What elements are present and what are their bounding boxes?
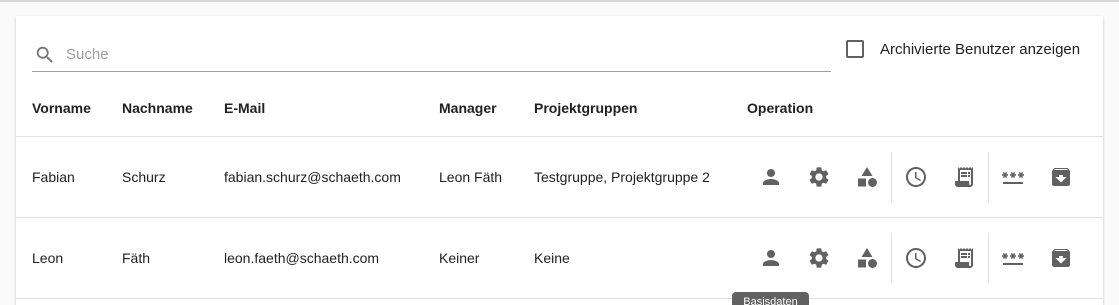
- divider: [891, 233, 892, 283]
- cell-last-name: Fäth: [122, 250, 151, 266]
- cell-project-groups: Keine: [534, 250, 570, 266]
- table-row: Leon Fäth leon.faeth@schaeth.com Keiner …: [16, 218, 1103, 299]
- password-icon: [1002, 172, 1024, 184]
- time-button[interactable]: [896, 157, 936, 197]
- cell-last-name: Schurz: [122, 169, 166, 185]
- cell-first-name: Fabian: [32, 169, 75, 185]
- gear-icon: [809, 248, 829, 268]
- top-divider: [0, 0, 1119, 2]
- cell-email: leon.faeth@schaeth.com: [224, 250, 380, 266]
- time-button[interactable]: [896, 238, 936, 278]
- show-archived-toggle[interactable]: Archivierte Benutzer anzeigen: [846, 38, 1080, 60]
- billing-button[interactable]: [944, 238, 984, 278]
- divider: [988, 233, 989, 283]
- divider: [988, 152, 989, 202]
- billing-button[interactable]: [944, 157, 984, 197]
- settings-button[interactable]: [799, 157, 839, 197]
- archive-icon: [1052, 168, 1070, 186]
- person-icon: [763, 250, 779, 266]
- users-card: Archivierte Benutzer anzeigen Vorname Na…: [16, 16, 1103, 305]
- cell-manager: Keiner: [439, 250, 480, 266]
- basic-data-button[interactable]: [751, 238, 791, 278]
- receipt-icon: [955, 167, 973, 187]
- search-bar[interactable]: [32, 38, 831, 72]
- password-button[interactable]: [993, 238, 1033, 278]
- cell-first-name: Leon: [32, 250, 64, 266]
- groups-button[interactable]: [847, 238, 887, 278]
- column-header-email[interactable]: E-Mail: [224, 100, 265, 116]
- column-header-nachname[interactable]: Nachname: [122, 100, 193, 116]
- person-icon: [763, 169, 779, 185]
- archive-icon: [1052, 249, 1070, 267]
- cell-manager: Leon Fäth: [439, 169, 503, 185]
- divider: [891, 152, 892, 202]
- archive-button[interactable]: [1041, 157, 1081, 197]
- shapes-icon: [858, 167, 877, 187]
- column-header-manager[interactable]: Manager: [439, 100, 497, 116]
- archive-button[interactable]: [1041, 238, 1081, 278]
- show-archived-checkbox[interactable]: [846, 40, 864, 58]
- password-button[interactable]: [993, 157, 1033, 197]
- cell-project-groups: Testgruppe, Projektgruppe 2: [534, 169, 710, 185]
- basic-data-button[interactable]: [751, 157, 791, 197]
- tooltip-basisdaten: Basisdaten: [732, 292, 809, 305]
- cell-email: fabian.schurz@schaeth.com: [224, 169, 401, 185]
- search-input[interactable]: [66, 39, 806, 70]
- operation-buttons: [743, 137, 1083, 217]
- clock-icon: [906, 248, 926, 268]
- receipt-icon: [955, 248, 973, 268]
- password-icon: [1002, 253, 1024, 265]
- column-header-vorname[interactable]: Vorname: [32, 100, 91, 116]
- shapes-icon: [858, 248, 877, 268]
- gear-icon: [809, 167, 829, 187]
- table-row: Fabian Schurz fabian.schurz@schaeth.com …: [16, 137, 1103, 218]
- groups-button[interactable]: [847, 157, 887, 197]
- column-header-operation: Operation: [747, 100, 814, 116]
- operation-buttons: [743, 218, 1083, 298]
- column-header-projektgruppen[interactable]: Projektgruppen: [534, 100, 637, 116]
- search-icon: [36, 46, 53, 63]
- clock-icon: [906, 167, 926, 187]
- settings-button[interactable]: [799, 238, 839, 278]
- show-archived-label: Archivierte Benutzer anzeigen: [880, 40, 1081, 58]
- table-header: Vorname Nachname E-Mail Manager Projektg…: [16, 94, 1103, 137]
